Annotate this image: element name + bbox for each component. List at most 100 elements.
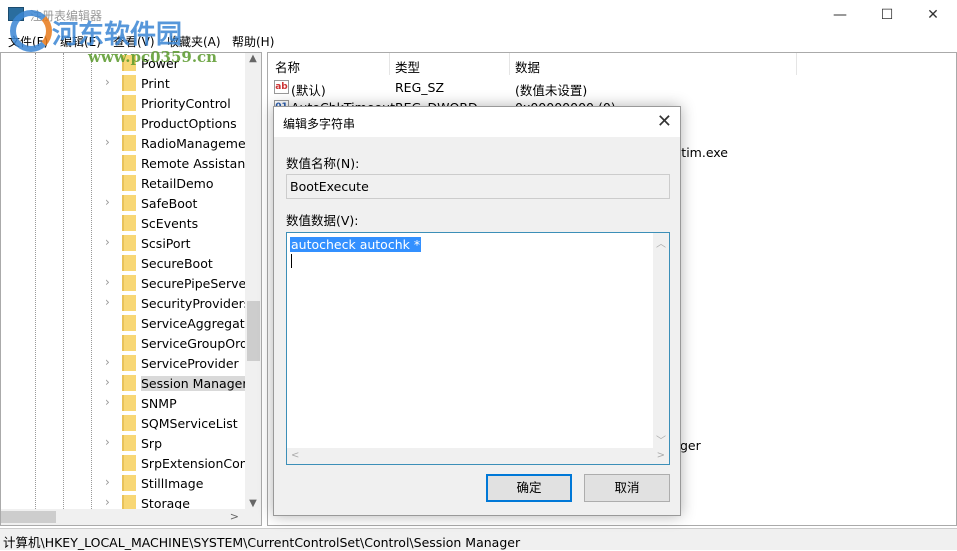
- tree-item[interactable]: Power: [1, 53, 246, 73]
- tree-item[interactable]: ProductOptions: [1, 113, 246, 133]
- scroll-thumb[interactable]: [247, 301, 260, 361]
- value-name: (默认): [291, 83, 326, 98]
- tree-item-label: Print: [141, 76, 170, 91]
- folder-icon: [122, 155, 136, 171]
- tree-item-label: StillImage: [141, 476, 204, 491]
- edit-multi-string-dialog: 编辑多字符串 ✕ 数值名称(N): BootExecute 数值数据(V): a…: [273, 106, 681, 516]
- column-header-name[interactable]: 名称: [275, 57, 300, 76]
- value-data: (数值未设置): [515, 83, 588, 98]
- textarea-vertical-scrollbar[interactable]: ︿ ﹀: [653, 233, 669, 449]
- tree-item-label: Srp: [141, 436, 163, 451]
- folder-icon: [122, 115, 136, 131]
- value-data: ger: [680, 438, 701, 453]
- scroll-right-icon[interactable]: >: [657, 450, 665, 461]
- text-caret: [291, 254, 292, 268]
- value-data-text[interactable]: autocheck autochk *: [290, 237, 422, 252]
- menu-file[interactable]: 文件(F): [8, 33, 48, 50]
- tree-item[interactable]: › Session Manager: [1, 373, 246, 393]
- column-divider[interactable]: [389, 53, 390, 75]
- expand-chevron-icon[interactable]: ›: [105, 295, 110, 309]
- expand-chevron-icon[interactable]: ›: [105, 195, 110, 209]
- tree-item-label: SrpExtensionConfig: [141, 456, 245, 471]
- menu-edit[interactable]: 编辑(E): [60, 33, 101, 50]
- scroll-up-icon[interactable]: ▲: [245, 53, 261, 64]
- folder-icon: [122, 335, 136, 351]
- expand-chevron-icon[interactable]: ›: [105, 395, 110, 409]
- status-bar: 计算机\HKEY_LOCAL_MACHINE\SYSTEM\CurrentCon…: [0, 528, 957, 550]
- expand-chevron-icon[interactable]: ›: [105, 475, 110, 489]
- registry-key-tree[interactable]: Power › Print PriorityControl ProductOptions…: [0, 52, 262, 526]
- scroll-left-icon[interactable]: <: [291, 450, 299, 461]
- scroll-right-icon[interactable]: >: [230, 510, 239, 523]
- tree-item[interactable]: › StillImage: [1, 473, 246, 493]
- menu-help[interactable]: 帮助(H): [232, 33, 274, 50]
- ok-button[interactable]: 确定: [486, 474, 572, 502]
- tree-item[interactable]: › RadioManagement: [1, 133, 246, 153]
- minimize-button[interactable]: —: [825, 4, 855, 26]
- value-type: REG_SZ: [395, 80, 445, 95]
- tree-horizontal-scrollbar[interactable]: >: [1, 509, 261, 525]
- dialog-close-icon[interactable]: ✕: [657, 111, 672, 132]
- scroll-thumb[interactable]: [1, 511, 56, 523]
- menu-view[interactable]: 查看(V): [113, 33, 155, 50]
- expand-chevron-icon[interactable]: ›: [105, 235, 110, 249]
- regedit-app-icon: [8, 7, 24, 21]
- scroll-down-icon[interactable]: ▼: [245, 498, 261, 509]
- expand-chevron-icon[interactable]: ›: [105, 495, 110, 509]
- tree-item[interactable]: ScEvents: [1, 213, 246, 233]
- expand-chevron-icon[interactable]: ›: [105, 375, 110, 389]
- dialog-title-bar: 编辑多字符串 ✕: [274, 107, 680, 137]
- tree-item[interactable]: › SafeBoot: [1, 193, 246, 213]
- tree-item[interactable]: › SecurityProviders: [1, 293, 246, 313]
- menu-favorites[interactable]: 收藏夹(A): [167, 33, 221, 50]
- folder-icon: [122, 375, 136, 391]
- tree-item-label: Remote Assistance: [141, 156, 245, 171]
- scroll-up-icon[interactable]: ︿: [653, 235, 669, 250]
- folder-icon: [122, 435, 136, 451]
- column-divider[interactable]: [509, 53, 510, 75]
- textarea-horizontal-scrollbar[interactable]: < >: [287, 448, 669, 464]
- value-data-textarea[interactable]: autocheck autochk * ︿ ﹀ < >: [286, 232, 670, 465]
- tree-item[interactable]: SQMServiceList: [1, 413, 246, 433]
- column-header-type[interactable]: 类型: [395, 57, 420, 76]
- column-divider[interactable]: [796, 53, 797, 75]
- tree-item[interactable]: › SNMP: [1, 393, 246, 413]
- tree-item[interactable]: ServiceGroupOrder: [1, 333, 246, 353]
- menu-bar: 文件(F) 编辑(E) 查看(V) 收藏夹(A) 帮助(H): [0, 30, 957, 50]
- tree-item[interactable]: RetailDemo: [1, 173, 246, 193]
- tree-item-label: ScEvents: [141, 216, 199, 231]
- tree-item[interactable]: SecureBoot: [1, 253, 246, 273]
- expand-chevron-icon[interactable]: ›: [105, 435, 110, 449]
- maximize-button[interactable]: ☐: [872, 4, 902, 26]
- expand-chevron-icon[interactable]: ›: [105, 275, 110, 289]
- title-bar: 注册表编辑器 — ☐ ✕: [0, 0, 957, 30]
- close-button[interactable]: ✕: [918, 4, 948, 26]
- scroll-down-icon[interactable]: ﹀: [653, 432, 669, 447]
- tree-item[interactable]: › ServiceProvider: [1, 353, 246, 373]
- tree-item-label: SecureBoot: [141, 256, 213, 271]
- tree-item[interactable]: SrpExtensionConfig: [1, 453, 246, 473]
- expand-chevron-icon[interactable]: ›: [105, 355, 110, 369]
- tree-vertical-scrollbar[interactable]: ▲ ▼: [245, 53, 261, 509]
- tree-item[interactable]: ServiceAggregatedEvents: [1, 313, 246, 333]
- expand-chevron-icon[interactable]: ›: [105, 135, 110, 149]
- tree-item-label: SQMServiceList: [141, 416, 238, 431]
- folder-icon: [122, 275, 136, 291]
- tree-item-label: SNMP: [141, 396, 177, 411]
- folder-icon: [122, 475, 136, 491]
- folder-icon: [122, 75, 136, 91]
- tree-item[interactable]: Remote Assistance: [1, 153, 246, 173]
- value-row[interactable]: ab (默认) REG_SZ (数值未设置): [268, 78, 956, 98]
- expand-chevron-icon[interactable]: ›: [105, 75, 110, 89]
- folder-icon: [122, 95, 136, 111]
- tree-item[interactable]: › SecurePipeServers: [1, 273, 246, 293]
- folder-icon: [122, 415, 136, 431]
- cancel-button[interactable]: 取消: [584, 474, 670, 502]
- column-header-data[interactable]: 数据: [515, 57, 540, 76]
- tree-item[interactable]: › Srp: [1, 433, 246, 453]
- tree-item[interactable]: › ScsiPort: [1, 233, 246, 253]
- tree-item[interactable]: PriorityControl: [1, 93, 246, 113]
- dialog-title: 编辑多字符串: [283, 117, 356, 131]
- tree-item[interactable]: › Print: [1, 73, 246, 93]
- folder-icon: [122, 455, 136, 471]
